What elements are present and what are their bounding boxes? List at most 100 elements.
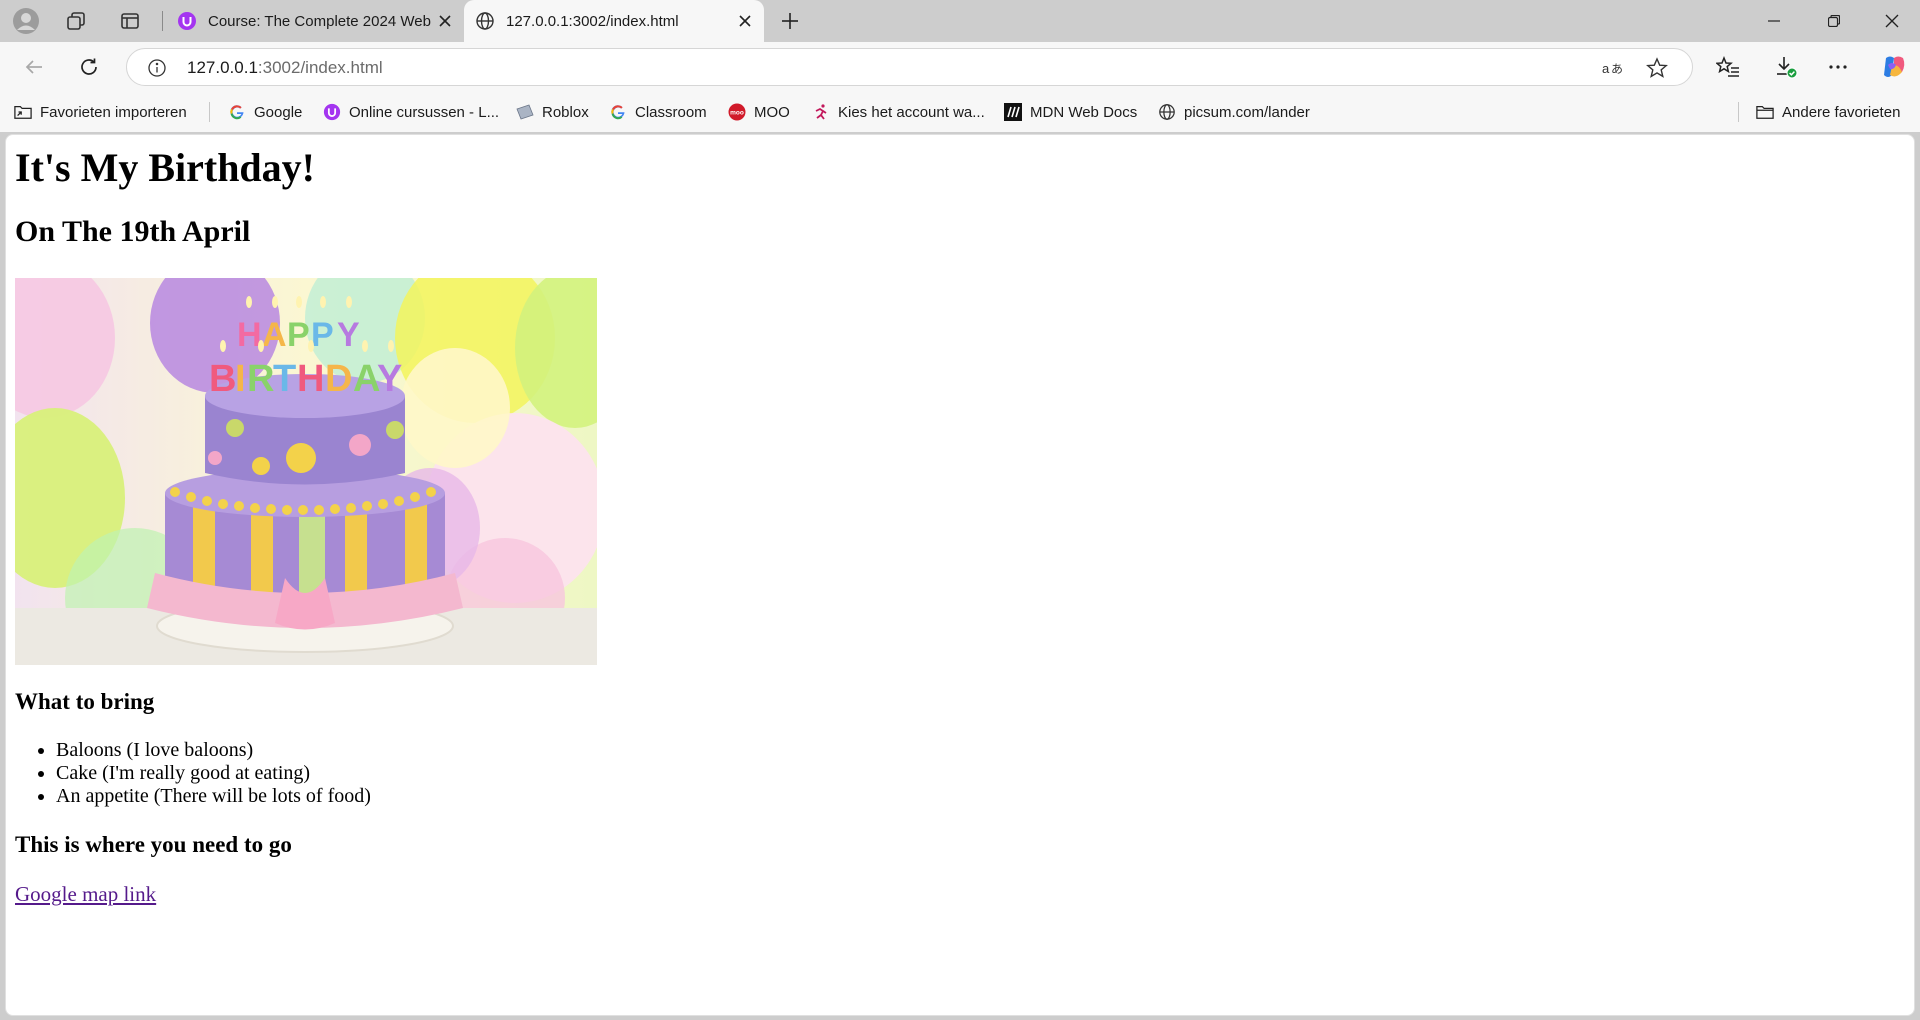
page-heading: It's My Birthday! [15, 145, 315, 190]
bookmark-roblox[interactable]: Roblox [516, 92, 589, 132]
bring-list: Baloons (I love baloons) Cake (I'm reall… [15, 739, 371, 808]
refresh-icon [81, 58, 97, 75]
what-to-bring-heading: What to bring [15, 689, 155, 714]
profile-icon [13, 8, 39, 34]
bookmark-label: Favorieten importeren [40, 103, 187, 121]
svg-text:D: D [325, 358, 352, 400]
bookmark-online-courses[interactable]: Online cursussen - L... [323, 92, 499, 132]
close-icon [1885, 14, 1899, 28]
folder-icon [1756, 103, 1774, 121]
download-icon [1777, 57, 1798, 79]
bookmark-label: Online cursussen - L... [349, 103, 500, 121]
tab-actions-button[interactable] [110, 4, 150, 38]
runner-icon [812, 103, 830, 121]
bookmark-label: Andere favorieten [1782, 103, 1901, 121]
refresh-button[interactable] [71, 50, 107, 84]
list-item: An appetite (There will be lots of food) [56, 785, 371, 808]
copilot-icon [1884, 56, 1905, 77]
globe-icon [474, 10, 496, 32]
svg-text:H: H [237, 316, 262, 354]
svg-text:あ: あ [1611, 62, 1623, 76]
svg-text:Y: Y [377, 358, 402, 400]
import-folder-icon [14, 103, 32, 121]
svg-text:P: P [287, 316, 310, 354]
bookmark-label: MOO [754, 103, 790, 121]
list-item: Cake (I'm really good at eating) [56, 762, 371, 785]
restore-button[interactable] [1806, 0, 1862, 42]
back-button[interactable] [16, 50, 52, 84]
birthday-cake-image: H A P P Y B I R T H D A Y [15, 278, 597, 665]
copilot-button[interactable] [1876, 50, 1912, 84]
bookmark-moo[interactable]: moo MOO [728, 92, 790, 132]
mdn-icon [1004, 103, 1022, 121]
more-dots-icon [1829, 65, 1847, 69]
vertical-tabs-icon [121, 13, 139, 29]
minimize-button[interactable] [1746, 0, 1802, 42]
udemy-icon [323, 103, 341, 121]
location-heading: This is where you need to go [15, 832, 292, 857]
date-subheading: On The 19th April [15, 215, 251, 248]
bookmark-other-favorites[interactable]: Andere favorieten [1756, 92, 1900, 132]
downloads-button[interactable] [1768, 50, 1804, 84]
address-bar[interactable]: 127.0.0.1:3002/index.html aあ [126, 48, 1693, 86]
site-info-icon[interactable] [147, 58, 167, 78]
read-aloud-icon[interactable]: aあ [1599, 55, 1627, 81]
navigation-toolbar: 127.0.0.1:3002/index.html aあ [0, 42, 1920, 92]
url-path: :3002/index.html [257, 58, 383, 77]
svg-text:H: H [297, 358, 324, 400]
bookmark-separator [209, 102, 210, 122]
tab-course[interactable]: Course: The Complete 2024 Web Developmen… [166, 0, 464, 42]
favorite-star-icon[interactable] [1643, 55, 1671, 81]
svg-text:moo: moo [730, 110, 744, 117]
svg-text:B: B [209, 358, 236, 400]
svg-text:A: A [262, 316, 287, 354]
udemy-icon [176, 10, 198, 32]
settings-more-button[interactable] [1820, 50, 1856, 84]
svg-text:P: P [311, 316, 334, 354]
bookmark-label: picsum.com/lander [1184, 103, 1310, 121]
close-tab-icon[interactable] [432, 8, 458, 34]
globe-icon [1158, 103, 1176, 121]
tab-separator [162, 11, 163, 31]
tab-title: 127.0.0.1:3002/index.html [506, 12, 679, 30]
bookmark-mdn[interactable]: MDN Web Docs [1004, 92, 1137, 132]
minimize-icon [1768, 20, 1780, 22]
favorites-bar: Favorieten importeren Google Online curs… [0, 92, 1920, 132]
svg-text:I: I [235, 358, 246, 400]
new-tab-button[interactable] [772, 4, 808, 38]
roblox-icon [516, 103, 534, 121]
bookmark-label: Kies het account wa... [838, 103, 985, 121]
bookmark-google[interactable]: Google [228, 92, 302, 132]
profile-button[interactable] [6, 4, 46, 38]
bookmark-label: Google [254, 103, 303, 121]
bookmark-label: Classroom [635, 103, 707, 121]
back-arrow-icon [25, 60, 42, 74]
svg-text:a: a [1602, 61, 1610, 76]
bookmark-choose-account[interactable]: Kies het account wa... [812, 92, 985, 132]
bookmark-label: Roblox [542, 103, 589, 121]
bookmark-classroom[interactable]: Classroom [609, 92, 707, 132]
bookmark-picsum[interactable]: picsum.com/lander [1158, 92, 1310, 132]
svg-text:R: R [247, 358, 274, 400]
close-tab-icon[interactable] [732, 8, 758, 34]
tab-localhost[interactable]: 127.0.0.1:3002/index.html [464, 0, 764, 42]
svg-text:Y: Y [337, 316, 360, 354]
bookmark-import-favorites[interactable]: Favorieten importeren [14, 92, 187, 132]
restore-icon [1828, 15, 1840, 27]
google-icon [609, 103, 627, 121]
svg-text:T: T [273, 358, 296, 400]
tab-strip: Course: The Complete 2024 Web Developmen… [0, 0, 1920, 42]
url-host: 127.0.0.1 [187, 58, 258, 77]
bookmark-label: MDN Web Docs [1030, 103, 1138, 121]
close-window-button[interactable] [1864, 0, 1920, 42]
google-map-link[interactable]: Google map link [15, 882, 156, 907]
google-icon [228, 103, 246, 121]
favorites-button[interactable] [1710, 50, 1746, 84]
url-text[interactable]: 127.0.0.1:3002/index.html [187, 58, 383, 78]
workspaces-button[interactable] [56, 4, 96, 38]
list-item: Baloons (I love baloons) [56, 739, 371, 762]
workspaces-icon [67, 12, 85, 30]
tab-title: Course: The Complete 2024 Web Developmen… [208, 12, 432, 30]
page-viewport: It's My Birthday! On The 19th April H A … [5, 134, 1915, 1016]
favorites-list-icon [1716, 56, 1739, 77]
